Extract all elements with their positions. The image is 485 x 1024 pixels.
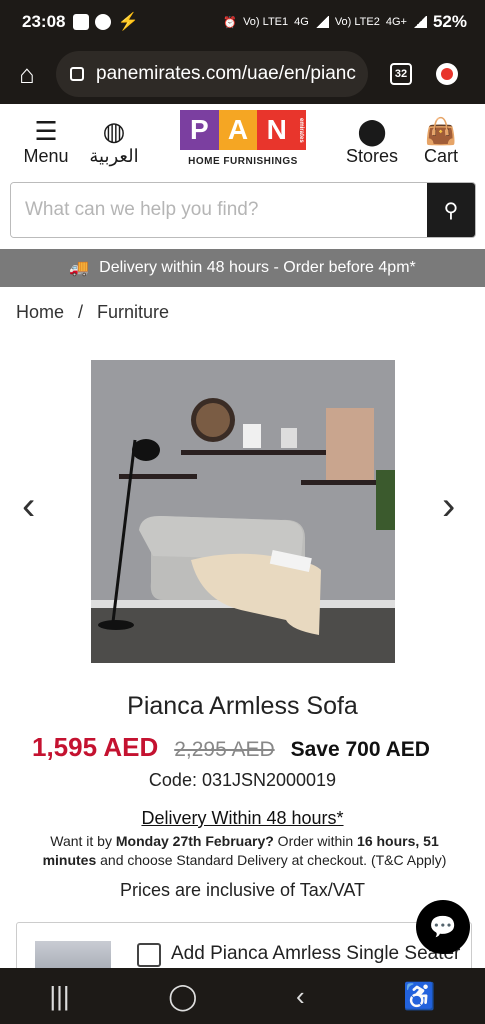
- network2-label: Vo) LTE2: [334, 16, 380, 28]
- breadcrumb-separator: /: [78, 302, 84, 322]
- gen-label: 4G: [294, 16, 309, 28]
- delivery-mid: Order within: [273, 833, 358, 849]
- delivery-banner-text: Delivery within 48 hours - Order before …: [99, 259, 416, 276]
- recents-icon[interactable]: |||: [49, 981, 69, 1012]
- lock-icon: [70, 67, 84, 81]
- product-title: Pianca Armless Sofa: [127, 692, 358, 720]
- stores-button[interactable]: ⬤ Stores: [344, 116, 400, 167]
- price-row: 1,595 AED 2,295 AED Save 700 AED: [32, 732, 430, 763]
- next-image-arrow[interactable]: ›: [442, 484, 455, 529]
- signal1-icon: [314, 16, 329, 28]
- back-icon[interactable]: ‹: [296, 981, 305, 1012]
- breadcrumb-home[interactable]: Home: [16, 302, 64, 323]
- chat-button[interactable]: 💬: [416, 900, 470, 954]
- url-field[interactable]: panemirates.com/uae/en/pianc: [56, 51, 368, 97]
- logo-subtitle: HOME FURNISHINGS: [188, 156, 298, 167]
- savings-amount: Save 700 AED: [290, 738, 430, 761]
- status-bar: 23:08 ⚡ ⏰ Vo) LTE1 4G Vo) LTE2 4G+ 52%: [0, 0, 485, 44]
- alarm-icon: ⏰: [223, 16, 238, 29]
- cart-label: Cart: [423, 146, 458, 166]
- location-icon: [95, 14, 112, 30]
- stores-label: Stores: [345, 146, 399, 166]
- original-price: 2,295 AED: [174, 738, 275, 761]
- search-bar: ⚲: [10, 182, 476, 238]
- menu-button[interactable]: ☰ Menu: [20, 116, 72, 167]
- truck-icon: 🚚: [69, 260, 90, 277]
- delivery-banner: 🚚 Delivery within 48 hours - Order befor…: [0, 249, 485, 287]
- globe-icon: ◍: [102, 116, 126, 146]
- bag-icon: 👜: [424, 116, 458, 146]
- vat-note: Prices are inclusive of Tax/VAT: [119, 880, 366, 900]
- home-icon[interactable]: ⌂: [12, 59, 42, 89]
- addon-label[interactable]: Add Pianca Amrless Single Seater: [171, 943, 460, 965]
- browser-toolbar: ⌂ panemirates.com/uae/en/pianc 32: [0, 44, 485, 104]
- delivery-date: Monday 27th February?: [115, 833, 274, 849]
- search-button[interactable]: ⚲: [427, 183, 475, 237]
- battery-percent: 52%: [432, 12, 467, 31]
- logo-side-text: emirates: [296, 110, 307, 150]
- delivery-pre: Want it by: [50, 833, 116, 849]
- android-nav-bar: ||| ◯ ‹ ♿: [0, 968, 485, 1024]
- site-logo[interactable]: P A N emirates HOME FURNISHINGS: [180, 110, 307, 172]
- cart-button[interactable]: 👜 Cart: [420, 116, 462, 167]
- addon-checkbox[interactable]: [137, 943, 161, 967]
- language-button[interactable]: ◍ العربية: [86, 116, 142, 167]
- gen2-label: 4G+: [385, 16, 407, 28]
- search-input[interactable]: [11, 183, 427, 237]
- status-time: 23:08: [22, 12, 66, 31]
- menu-label: Menu: [23, 146, 69, 166]
- url-text: panemirates.com/uae/en/pianc: [96, 63, 356, 84]
- product-code: Code: 031JSN2000019: [148, 770, 337, 790]
- search-icon: ⚲: [443, 199, 459, 222]
- breadcrumb: Home / Furniture: [16, 302, 169, 323]
- delivery-link[interactable]: Delivery Within 48 hours*: [0, 808, 485, 829]
- prev-image-arrow[interactable]: ‹: [22, 484, 35, 529]
- tab-count-button[interactable]: 32: [390, 63, 412, 85]
- update-icon[interactable]: [436, 63, 458, 85]
- network1-label: Vo) LTE1: [243, 16, 289, 28]
- location-pin-icon: ⬤: [357, 116, 387, 146]
- language-label: العربية: [89, 146, 139, 166]
- site-header: ☰ Menu ◍ العربية P A N emirates HOME FUR…: [0, 104, 485, 180]
- accessibility-icon[interactable]: ♿: [403, 981, 435, 1012]
- delivery-post: and choose Standard Delivery at checkout…: [96, 852, 447, 868]
- breadcrumb-furniture[interactable]: Furniture: [97, 302, 169, 323]
- product-image[interactable]: [91, 360, 395, 663]
- product-photo: [91, 360, 395, 663]
- signal2-icon: [412, 16, 427, 28]
- logo-letter-p: P: [180, 110, 219, 150]
- notification-icon: [73, 14, 90, 30]
- hamburger-icon: ☰: [34, 116, 58, 146]
- flash-icon: ⚡: [117, 12, 139, 31]
- sale-price: 1,595 AED: [32, 732, 159, 762]
- delivery-details: Want it by Monday 27th February? Order w…: [22, 832, 467, 870]
- chat-bubble-icon: 💬: [429, 914, 457, 939]
- logo-letter-n: N: [257, 110, 297, 150]
- logo-letter-a: A: [218, 110, 258, 150]
- home-circle-icon[interactable]: ◯: [168, 981, 197, 1012]
